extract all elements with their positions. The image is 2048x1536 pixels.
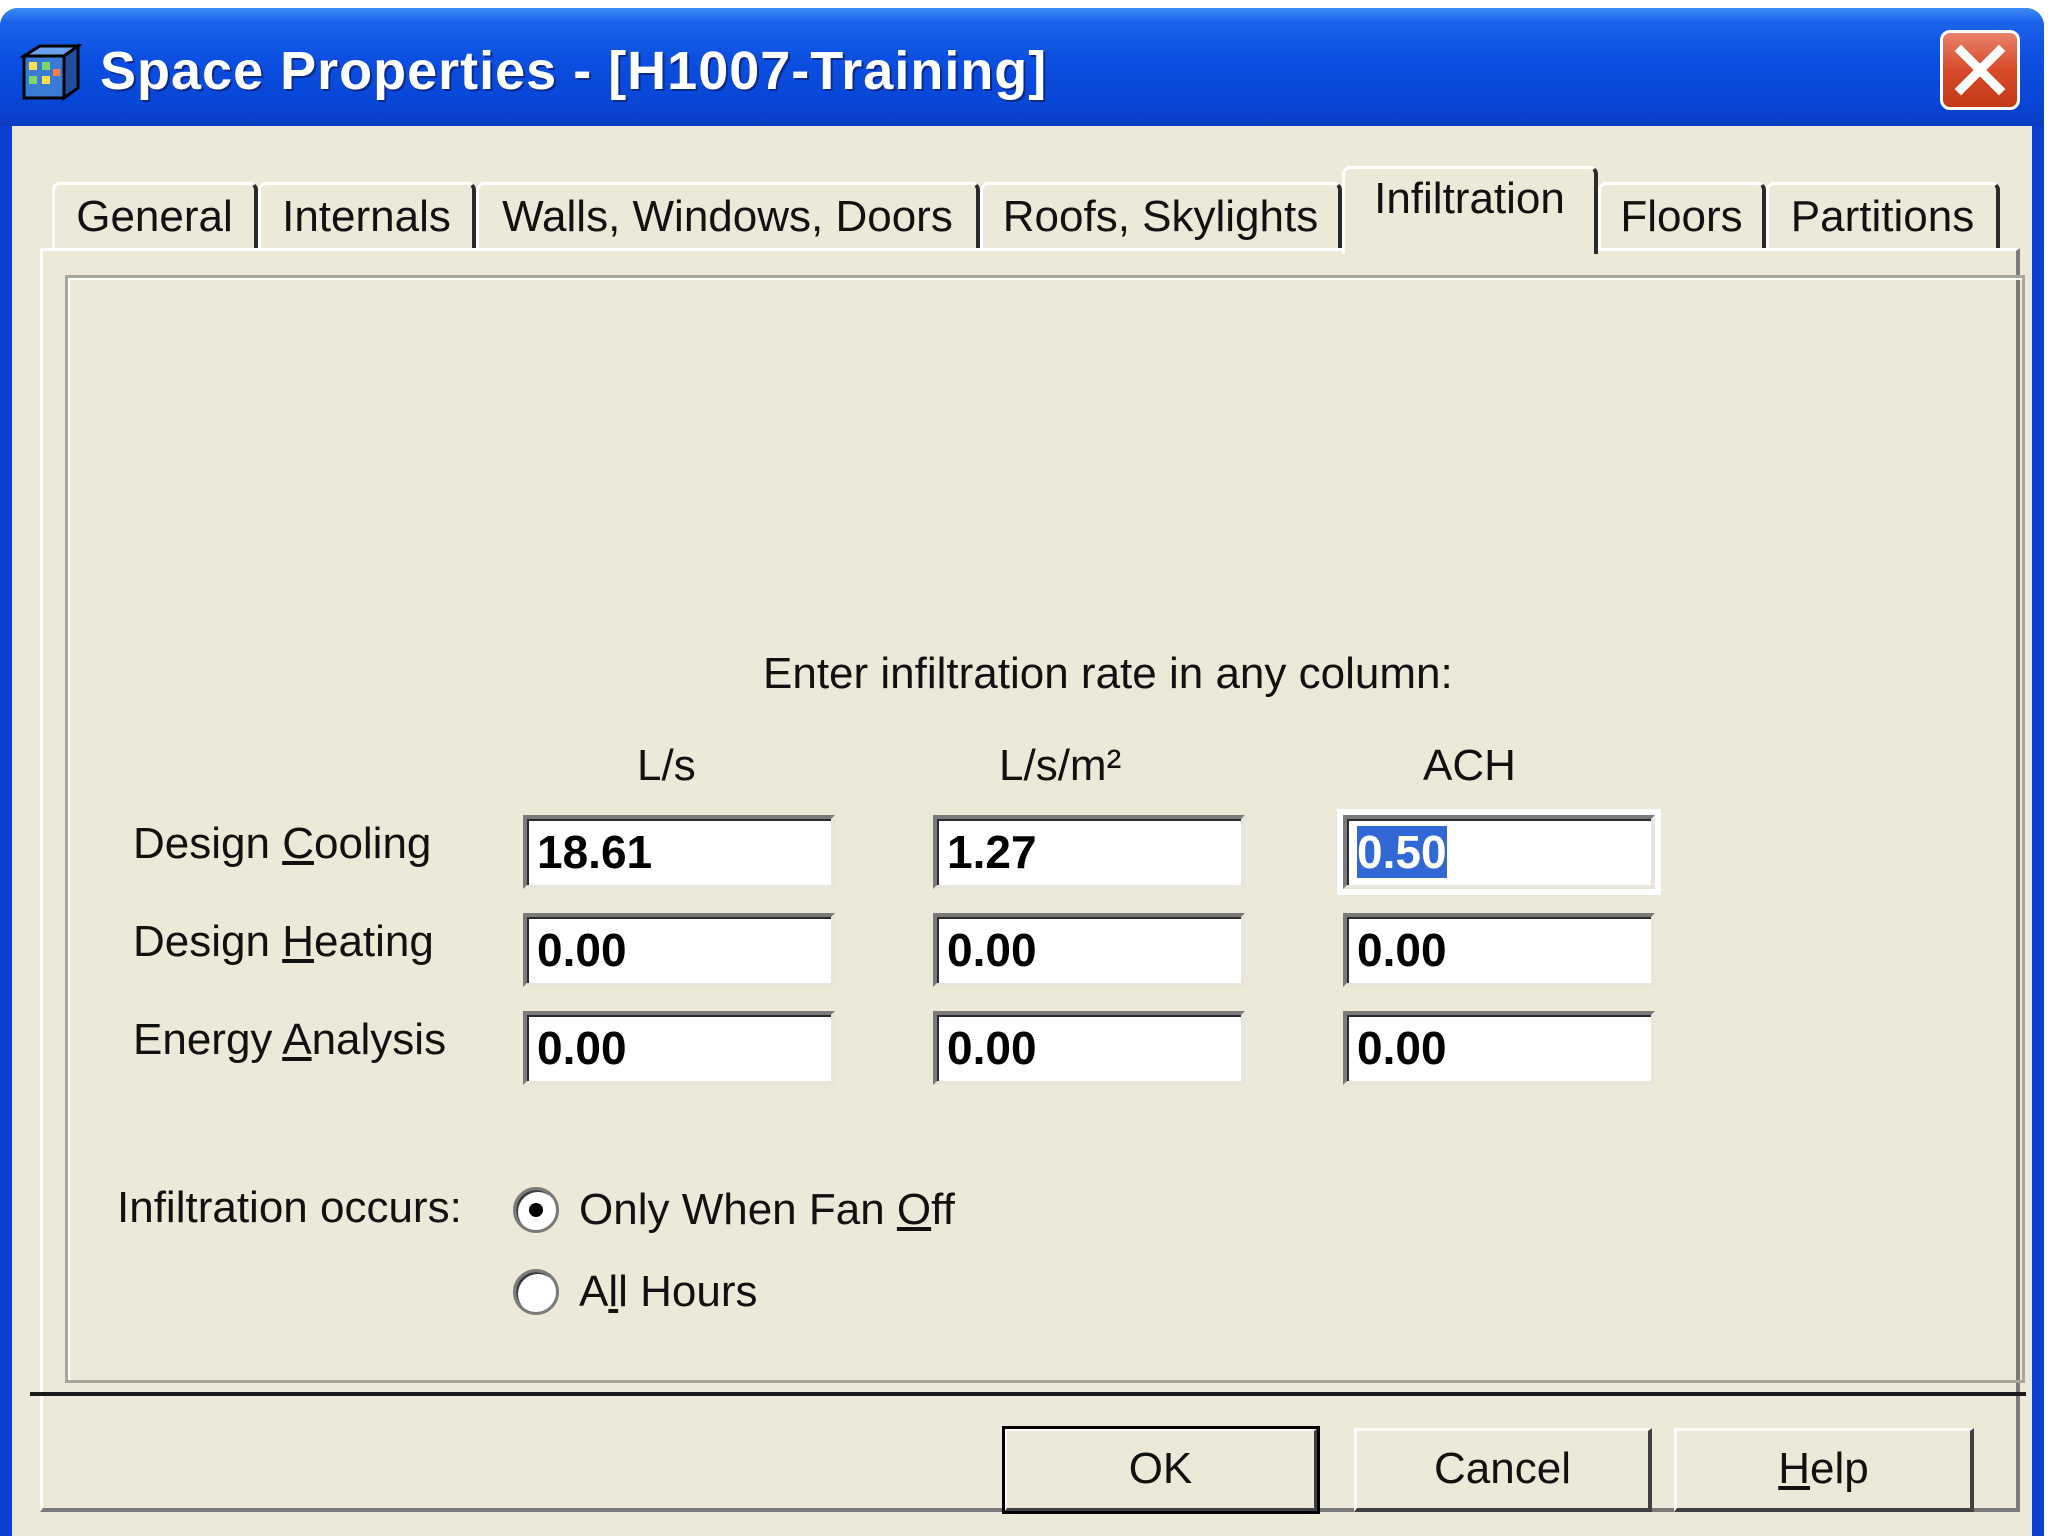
help-button[interactable]: Help — [1674, 1428, 1974, 1512]
column-header-ach: ACH — [1423, 741, 1516, 790]
tab-roofs-skylights[interactable]: Roofs, Skylights — [980, 182, 1342, 250]
infiltration-occurs-label: Infiltration occurs: — [117, 1183, 462, 1232]
radio-selected-dot — [529, 1203, 543, 1217]
tab-partitions[interactable]: Partitions — [1766, 182, 2000, 250]
instruction-text: Enter infiltration rate in any column: — [763, 649, 1453, 698]
building-app-icon — [20, 43, 82, 101]
energy-analysis-lsm2-input[interactable]: 0.00 — [933, 1011, 1245, 1085]
tab-strip: General Internals Walls, Windows, Doors … — [40, 166, 2020, 254]
dialog-client-area: General Internals Walls, Windows, Doors … — [12, 126, 2032, 1536]
window-title: Space Properties - [H1007-Training] — [100, 41, 1048, 101]
tab-walls-windows-doors[interactable]: Walls, Windows, Doors — [476, 182, 980, 250]
design-cooling-ls-input[interactable]: 18.61 — [523, 815, 835, 889]
row-label-design-cooling: Design Cooling — [133, 819, 432, 868]
row-label-energy-analysis: Energy Analysis — [133, 1015, 447, 1064]
all-hours-radio[interactable] — [513, 1269, 559, 1315]
ok-button[interactable]: OK — [1002, 1426, 1320, 1514]
only-when-fan-off-radio[interactable] — [513, 1187, 559, 1233]
selected-value: 0.50 — [1357, 826, 1447, 878]
design-heating-lsm2-input[interactable]: 0.00 — [933, 913, 1245, 987]
column-header-lsm2: L/s/m² — [999, 741, 1122, 790]
cancel-button[interactable]: Cancel — [1354, 1428, 1652, 1512]
column-header-ls: L/s — [637, 741, 696, 790]
design-heating-ls-input[interactable]: 0.00 — [523, 913, 835, 987]
design-heating-ach-input[interactable]: 0.00 — [1343, 913, 1655, 987]
design-cooling-ach-input[interactable]: 0.50 — [1337, 809, 1661, 895]
row-label-design-heating: Design Heating — [133, 917, 434, 966]
tab-internals[interactable]: Internals — [258, 182, 476, 250]
all-hours-label[interactable]: All Hours — [579, 1267, 758, 1317]
infiltration-tab-panel: Enter infiltration rate in any column: L… — [40, 248, 2025, 1512]
dialog-window: Space Properties - [H1007-Training] Gene… — [0, 8, 2044, 1536]
energy-analysis-ls-input[interactable]: 0.00 — [523, 1011, 835, 1085]
title-bar[interactable]: Space Properties - [H1007-Training] — [0, 8, 2044, 126]
bottom-separator — [30, 1392, 2026, 1396]
design-cooling-lsm2-input[interactable]: 1.27 — [933, 815, 1245, 889]
close-x-icon — [1954, 44, 2006, 96]
tab-general[interactable]: General — [52, 182, 258, 250]
tab-infiltration[interactable]: Infiltration — [1342, 166, 1598, 254]
energy-analysis-ach-input[interactable]: 0.00 — [1343, 1011, 1655, 1085]
tab-floors[interactable]: Floors — [1598, 182, 1766, 250]
close-button[interactable] — [1940, 30, 2020, 110]
only-when-fan-off-label[interactable]: Only When Fan Off — [579, 1185, 955, 1235]
